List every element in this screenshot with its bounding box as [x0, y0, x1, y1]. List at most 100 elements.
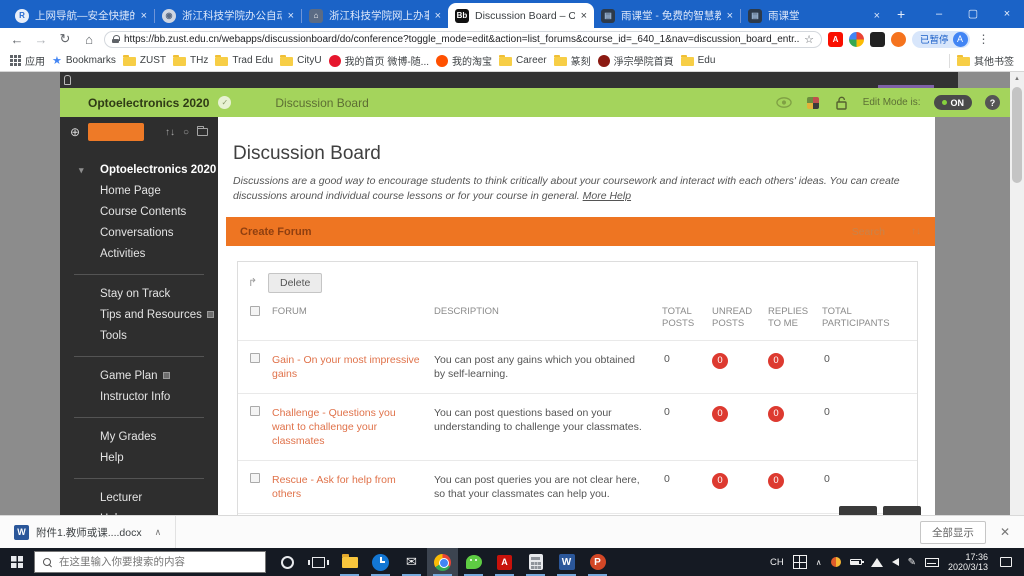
forum-link[interactable]: Gain - On your most impressive gains — [272, 353, 434, 381]
bookmark-folder-seal[interactable]: 篆刻 — [553, 53, 591, 68]
sidebar-item-conversations[interactable]: Conversations — [60, 223, 218, 244]
bookmark-folder-thz[interactable]: THz — [173, 55, 208, 66]
profile-chip[interactable]: 已暂停 A — [912, 30, 970, 48]
select-all-checkbox[interactable] — [250, 306, 260, 316]
reorder-icon[interactable]: ↑↓ — [165, 127, 175, 138]
flame-extension-icon[interactable] — [891, 31, 906, 47]
tab-close-icon[interactable]: × — [727, 10, 733, 22]
student-preview-icon[interactable] — [775, 96, 792, 110]
language-indicator[interactable]: CH — [770, 557, 784, 568]
tray-app-icon[interactable] — [830, 557, 841, 567]
row-checkbox[interactable] — [250, 406, 260, 416]
wechat-button[interactable] — [458, 548, 489, 576]
bookmark-folder-cityu[interactable]: CityU — [280, 55, 322, 66]
scroll-up-arrow[interactable]: ▲ — [1010, 72, 1024, 86]
dark-extension-icon[interactable] — [870, 31, 885, 47]
sidebar-item-home-page[interactable]: Home Page — [60, 181, 218, 202]
forum-link[interactable]: Challenge - Questions you want to challe… — [272, 406, 434, 448]
sidebar-item-lecturer[interactable]: Lecturer — [60, 488, 218, 509]
hidden-icons-chevron-icon[interactable]: ∧ — [816, 558, 822, 567]
tab-close-icon[interactable]: × — [288, 10, 294, 22]
speaker-icon[interactable] — [891, 558, 899, 566]
tab-close-icon[interactable]: × — [141, 10, 147, 22]
search-button[interactable]: Search — [852, 226, 885, 238]
forum-link[interactable]: Rescue - Ask for help from others — [272, 473, 434, 501]
sidebar-toolbar-highlight[interactable] — [88, 123, 145, 141]
help-icon[interactable]: ? — [985, 95, 1000, 110]
task-view-button[interactable] — [303, 548, 334, 576]
taskbar-clock[interactable]: 17:36 2020/3/13 — [948, 552, 988, 572]
address-bar[interactable]: https://bb.zust.edu.cn/webapps/discussio… — [104, 30, 822, 48]
tab-discussion-board-active[interactable]: Bb Discussion Board – Optoe × — [448, 3, 594, 28]
cut-off-button[interactable] — [839, 506, 877, 515]
pen-icon[interactable]: ✎ — [908, 557, 916, 568]
action-center-icon[interactable] — [1000, 557, 1012, 567]
tab-close-icon[interactable]: × — [435, 10, 441, 22]
touch-keyboard-icon[interactable] — [924, 557, 939, 567]
download-options-chevron-icon[interactable]: ∧ — [155, 527, 162, 538]
sidebar-item-instructor-info[interactable]: Instructor Info — [60, 387, 218, 408]
bookmark-weibo[interactable]: 我的首页 微博-随... — [328, 53, 429, 68]
mail-button[interactable]: ✉ — [396, 548, 427, 576]
row-checkbox[interactable] — [250, 473, 260, 483]
add-menu-item-icon[interactable]: ⊕ — [70, 125, 80, 139]
back-icon[interactable]: ← — [8, 32, 26, 47]
scrollbar-thumb[interactable] — [1012, 87, 1022, 183]
apps-shortcut[interactable]: 应用 — [10, 53, 45, 68]
sidebar-item-tips-and-resources[interactable]: Tips and Resources — [60, 305, 218, 326]
acrobat-button[interactable]: A — [489, 548, 520, 576]
window-maximize-button[interactable]: ▢ — [956, 0, 990, 28]
new-tab-button[interactable]: + — [897, 6, 905, 22]
tab-rain-classroom-1[interactable]: ▤ 雨课堂 - 免费的智慧教学解 × — [594, 3, 740, 28]
chrome-menu-icon[interactable]: ⋮ — [978, 32, 990, 46]
download-bar-close-icon[interactable]: ✕ — [1000, 525, 1010, 539]
photos-extension-icon[interactable] — [849, 31, 864, 47]
bookmark-folder-trad-edu[interactable]: Trad Edu — [215, 55, 273, 66]
bookmark-bookmarks[interactable]: ★ Bookmarks — [52, 54, 116, 67]
refresh-icon[interactable]: ○ — [183, 127, 189, 138]
calculator-button[interactable] — [520, 548, 551, 576]
row-checkbox[interactable] — [250, 353, 260, 363]
forward-icon[interactable]: → — [32, 32, 50, 47]
battery-icon[interactable] — [849, 559, 864, 565]
tab-service-portal[interactable]: ⌂ 浙江科技学院网上办事服务 × — [302, 3, 448, 28]
window-close-button[interactable]: × — [990, 0, 1024, 28]
bookmark-star-icon[interactable]: ☆ — [804, 33, 814, 46]
home-icon[interactable]: ⌂ — [80, 32, 98, 47]
adobe-extension-icon[interactable]: A — [828, 31, 843, 47]
sidebar-item-stay-on-track[interactable]: Stay on Track — [60, 284, 218, 305]
url-text[interactable]: https://bb.zust.edu.cn/webapps/discussio… — [124, 34, 799, 45]
bookmark-taobao[interactable]: 我的淘宝 — [436, 53, 492, 68]
taskbar-search[interactable] — [34, 551, 266, 573]
sidebar-item-course-contents[interactable]: Course Contents — [60, 202, 218, 223]
sidebar-item-game-plan[interactable]: Game Plan — [60, 366, 218, 387]
file-explorer-button[interactable] — [334, 548, 365, 576]
downloaded-file-item[interactable]: W 附件1.教师或课....docx ∧ — [0, 516, 177, 548]
sort-icon[interactable]: ↑↓ — [911, 226, 921, 237]
course-status-icon[interactable]: ✓ — [218, 96, 232, 109]
sidebar-item-my-grades[interactable]: My Grades — [60, 427, 218, 448]
tab-close-icon[interactable]: × — [874, 10, 880, 22]
wifi-icon[interactable] — [870, 557, 883, 567]
taskbar-search-input[interactable] — [59, 556, 244, 568]
theme-palette-icon[interactable] — [805, 96, 821, 110]
start-button[interactable] — [0, 548, 34, 576]
other-bookmarks[interactable]: 其他书签 — [957, 53, 1014, 68]
edit-mode-toggle[interactable]: ON — [933, 95, 972, 110]
bookmark-folder-edu[interactable]: Edu — [680, 55, 715, 66]
create-forum-button[interactable]: Create Forum — [240, 226, 312, 238]
chrome-button[interactable] — [427, 548, 458, 576]
sidebar-item-tools[interactable]: Tools — [60, 326, 218, 347]
bookmark-jingzong[interactable]: 淨宗學院首頁 — [597, 53, 674, 68]
sidebar-item-activities[interactable]: Activities — [60, 244, 218, 265]
tab-close-icon[interactable]: × — [581, 10, 587, 22]
downloaded-file-name[interactable]: 附件1.教师或课....docx — [36, 525, 142, 540]
unlocked-padlock-icon[interactable] — [834, 96, 850, 110]
bookmark-folder-zust[interactable]: ZUST — [122, 55, 166, 66]
https-lock-icon[interactable] — [112, 35, 120, 43]
ime-icon[interactable] — [792, 555, 807, 569]
tab-rain-classroom-2[interactable]: ▤ 雨课堂 × — [741, 3, 887, 28]
page-scrollbar[interactable]: ▲ — [1010, 72, 1024, 515]
folder-view-icon[interactable] — [197, 126, 208, 136]
tab-nav-guide[interactable]: R 上网导航—安全快捷的网址 × — [8, 3, 154, 28]
